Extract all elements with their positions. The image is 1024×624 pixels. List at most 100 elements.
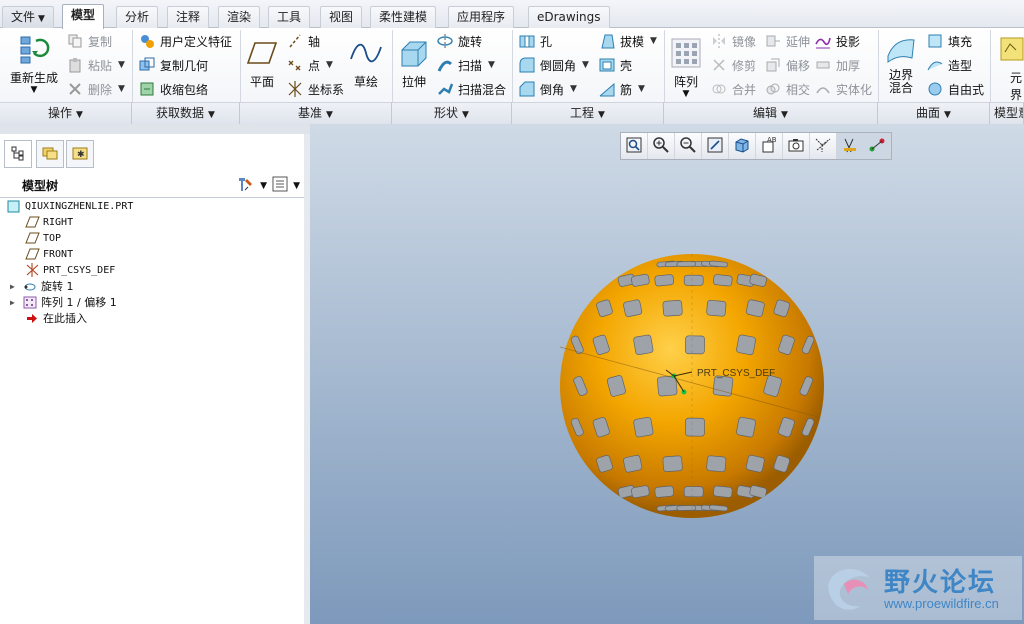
sketch-button[interactable]: 草绘 bbox=[346, 36, 386, 90]
tab-tools[interactable]: 工具 bbox=[268, 6, 311, 28]
saved-orientations-button[interactable]: AB bbox=[756, 133, 783, 159]
fill-button[interactable]: 填充 bbox=[926, 30, 972, 52]
folder-browser-tab[interactable] bbox=[36, 140, 64, 168]
offset-button[interactable]: 偏移 bbox=[764, 54, 810, 76]
tree-item-insert-here[interactable]: 在此插入 bbox=[24, 310, 87, 326]
intersect-button[interactable]: 相交 bbox=[764, 78, 810, 100]
chamfer-button[interactable]: 倒角 ▼ bbox=[518, 78, 577, 100]
tab-view[interactable]: 视图 bbox=[320, 6, 363, 28]
display-style-button[interactable] bbox=[729, 133, 756, 159]
mirror-button[interactable]: 镜像 bbox=[710, 30, 756, 52]
model-intent-button[interactable]: 元界 bbox=[994, 32, 1024, 103]
pattern-button[interactable]: 阵列 ▼ bbox=[668, 36, 704, 99]
sphere-square-cut bbox=[683, 274, 704, 286]
perspective-button[interactable] bbox=[810, 133, 837, 159]
swept-blend-button[interactable]: 扫描混合 bbox=[436, 78, 506, 100]
group-model-intent[interactable]: 模型意 bbox=[990, 102, 1024, 124]
repaint-button[interactable] bbox=[702, 133, 729, 159]
sphere-square-cut bbox=[706, 455, 727, 473]
sphere-square-cut bbox=[654, 274, 675, 287]
shell-button[interactable]: 壳 bbox=[598, 54, 632, 76]
regenerate-button[interactable]: 重新生成 ▼ bbox=[6, 32, 62, 95]
tab-render[interactable]: 渲染 bbox=[218, 6, 261, 28]
copy-button[interactable]: 复制 bbox=[66, 30, 112, 52]
zoom-in-button[interactable] bbox=[648, 133, 675, 159]
axis-button[interactable]: 轴 bbox=[286, 30, 320, 52]
tree-settings-icon[interactable] bbox=[236, 175, 256, 196]
user-defined-feature-button[interactable]: 用户定义特征 bbox=[138, 30, 232, 52]
extrude-button[interactable]: 拉伸 bbox=[396, 36, 432, 90]
tree-item-front[interactable]: FRONT bbox=[24, 246, 73, 262]
sketch-icon bbox=[349, 36, 383, 70]
watermark-url: www.proewildfire.cn bbox=[884, 596, 999, 611]
group-shapes[interactable]: 形状 ▼ bbox=[392, 102, 512, 124]
delete-button[interactable]: 删除 ▼ bbox=[66, 78, 125, 100]
tree-item-pattern[interactable]: ▶ 阵列 1 / 偏移 1 bbox=[10, 294, 117, 310]
tree-item-csys[interactable]: PRT_CSYS_DEF bbox=[24, 262, 115, 278]
draft-button[interactable]: 拔模 ▼ bbox=[598, 30, 657, 52]
tab-applications[interactable]: 应用程序 bbox=[448, 6, 515, 28]
tab-flexible-modeling[interactable]: 柔性建模 bbox=[370, 6, 437, 28]
sphere-model[interactable] bbox=[558, 252, 826, 520]
solidify-button[interactable]: 实体化 bbox=[814, 78, 872, 100]
regenerate-label: 重新生成 bbox=[9, 71, 58, 85]
hole-button[interactable]: 孔 bbox=[518, 30, 552, 52]
merge-button[interactable]: 合并 bbox=[710, 78, 756, 100]
tree-item-part[interactable]: QIUXINGZHENLIE.PRT bbox=[6, 198, 133, 214]
revolve-icon bbox=[436, 32, 454, 50]
paste-button[interactable]: 粘贴 ▼ bbox=[66, 54, 125, 76]
file-menu[interactable]: 文件 ▼ bbox=[2, 6, 54, 28]
tree-item-right[interactable]: RIGHT bbox=[24, 214, 73, 230]
expand-arrow-icon[interactable]: ▶ bbox=[10, 282, 20, 291]
tree-settings-dropdown[interactable]: ▼ bbox=[260, 181, 267, 191]
datum-display-filter-button[interactable] bbox=[837, 133, 864, 159]
draft-icon bbox=[598, 32, 616, 50]
tab-analysis[interactable]: 分析 bbox=[116, 6, 159, 28]
style-button[interactable]: 造型 bbox=[926, 54, 972, 76]
csys-button[interactable]: 坐标系 bbox=[286, 78, 344, 100]
group-operations[interactable]: 操作 ▼ bbox=[0, 102, 132, 124]
tab-edrawings[interactable]: eDrawings bbox=[528, 6, 610, 28]
tab-annotate[interactable]: 注释 bbox=[167, 6, 210, 28]
copy-geometry-icon bbox=[138, 56, 156, 74]
pattern-icon bbox=[669, 36, 703, 70]
thicken-button[interactable]: 加厚 bbox=[814, 54, 860, 76]
view-manager-button[interactable] bbox=[783, 133, 810, 159]
csys-label: PRT_CSYS_DEF bbox=[697, 368, 776, 379]
sphere-square-cut bbox=[662, 300, 683, 317]
tab-model[interactable]: 模型 bbox=[62, 4, 105, 29]
project-button[interactable]: 投影 bbox=[814, 30, 860, 52]
group-engineering[interactable]: 工程 ▼ bbox=[512, 102, 664, 124]
freestyle-icon bbox=[926, 80, 944, 98]
zoom-out-button[interactable] bbox=[675, 133, 702, 159]
fill-icon bbox=[926, 32, 944, 50]
favorites-tab[interactable]: ✱ bbox=[66, 140, 94, 168]
annotation-display-button[interactable] bbox=[864, 133, 891, 159]
round-button[interactable]: 倒圆角 ▼ bbox=[518, 54, 589, 76]
group-surfaces[interactable]: 曲面 ▼ bbox=[878, 102, 990, 124]
tree-filter-dropdown[interactable]: ▼ bbox=[293, 181, 300, 191]
boundary-blend-button[interactable]: 边界 混合 bbox=[882, 32, 920, 95]
group-editing[interactable]: 编辑 ▼ bbox=[664, 102, 878, 124]
point-button[interactable]: 点 ▼ bbox=[286, 54, 333, 76]
rib-button[interactable]: 筋 ▼ bbox=[598, 78, 645, 100]
group-get-data[interactable]: 获取数据 ▼ bbox=[132, 102, 240, 124]
freestyle-button[interactable]: 自由式 bbox=[926, 78, 984, 100]
expand-arrow-icon[interactable]: ▶ bbox=[10, 298, 20, 307]
tree-item-top[interactable]: TOP bbox=[24, 230, 61, 246]
graphics-window[interactable]: AB PRT_CSYS_DEF 野火论坛 www.proewildfire.cn bbox=[310, 124, 1024, 624]
tree-filter-icon[interactable] bbox=[271, 175, 289, 196]
copy-geometry-button[interactable]: 复制几何 bbox=[138, 54, 208, 76]
extend-button[interactable]: 延伸 bbox=[764, 30, 810, 52]
tree-item-revolve[interactable]: ▶ 旋转 1 bbox=[10, 278, 74, 294]
model-tree-tab[interactable] bbox=[4, 140, 32, 168]
trim-button[interactable]: 修剪 bbox=[710, 54, 756, 76]
shrinkwrap-button[interactable]: 收缩包络 bbox=[138, 78, 208, 100]
group-datum[interactable]: 基准 ▼ bbox=[240, 102, 392, 124]
model-intent-icon bbox=[994, 32, 1024, 66]
refit-button[interactable] bbox=[621, 133, 648, 159]
plane-button[interactable]: 平面 bbox=[244, 36, 280, 90]
revolve-button[interactable]: 旋转 bbox=[436, 30, 482, 52]
sweep-button[interactable]: 扫描 ▼ bbox=[436, 54, 495, 76]
sweep-icon bbox=[436, 56, 454, 74]
